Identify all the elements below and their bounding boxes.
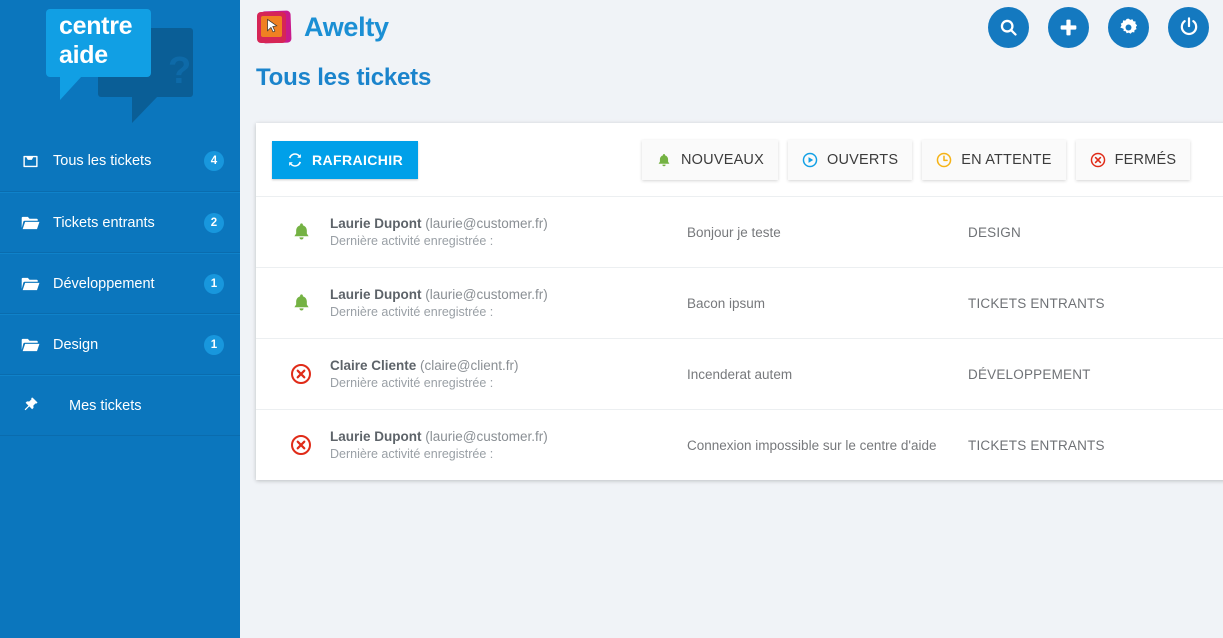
ticket-requester: Laurie Dupont (laurie@customer.fr) Derni… [330, 215, 687, 250]
power-icon [1178, 16, 1200, 38]
add-button[interactable] [1048, 6, 1089, 48]
ticket-subject: Incenderat autem [687, 366, 793, 382]
page-title: Tous les tickets [256, 64, 432, 91]
sidebar-item-label: Tous les tickets [53, 153, 152, 169]
tickets-card: RAFRAICHIR NOUVEAUX OUVERTS EN ATTENTE F… [256, 123, 1223, 480]
table-row[interactable]: Laurie Dupont (laurie@customer.fr) Derni… [256, 267, 1223, 338]
ticket-requester: Claire Cliente (claire@client.fr) Derniè… [330, 357, 687, 392]
folder-open-icon [18, 337, 42, 353]
plus-icon [1058, 17, 1079, 38]
ticket-requester: Laurie Dupont (laurie@customer.fr) Derni… [330, 286, 687, 321]
folder-open-icon [18, 276, 42, 292]
ticket-category: DESIGN [968, 224, 1021, 240]
refresh-label: RAFRAICHIR [312, 151, 404, 168]
sidebar-item-badge: 1 [204, 273, 224, 294]
bell-icon [272, 221, 330, 243]
logout-button[interactable] [1168, 6, 1209, 48]
bell-icon [272, 292, 330, 314]
logo-text-line1: centre [59, 12, 133, 40]
search-button[interactable] [988, 6, 1029, 48]
ticket-requester-email: (laurie@customer.fr) [425, 428, 548, 444]
filter-tabs: NOUVEAUX OUVERTS EN ATTENTE FERMÉS [642, 140, 1191, 180]
sidebar-item-developpement[interactable]: Développement 1 [0, 253, 240, 314]
sidebar-item-label: Développement [53, 275, 155, 292]
sidebar-item-tickets-entrants[interactable]: Tickets entrants 2 [0, 192, 240, 253]
sidebar-item-design[interactable]: Design 1 [0, 314, 240, 375]
logo-text: centre aide [59, 12, 154, 70]
logo-question-mark: ? [168, 50, 192, 92]
sidebar-item-label: Tickets entrants [53, 214, 155, 231]
table-row[interactable]: Laurie Dupont (laurie@customer.fr) Derni… [256, 196, 1223, 267]
search-icon [998, 17, 1019, 38]
ticket-last-activity: Dernière activité enregistrée : [330, 375, 494, 390]
play-circle-icon [802, 152, 818, 168]
sidebar-item-badge: 4 [204, 151, 224, 171]
top-bar-actions [988, 6, 1209, 48]
filter-tab-ouverts[interactable]: OUVERTS [787, 140, 913, 180]
ticket-requester-email: (laurie@customer.fr) [425, 286, 548, 302]
help-center-logo: ? centre aide [0, 0, 240, 131]
sidebar-item-badge: 1 [204, 334, 224, 355]
filter-tab-label: FERMÉS [1114, 152, 1177, 168]
sidebar-item-badge: 2 [204, 212, 224, 233]
sidebar-nav: Tous les tickets 4 Tickets entrants 2 Dé… [0, 131, 240, 436]
refresh-button[interactable]: RAFRAICHIR [272, 140, 419, 179]
ticket-requester-email: (claire@client.fr) [420, 357, 519, 373]
sidebar-item-mes-tickets[interactable]: Mes tickets [0, 375, 240, 436]
bell-icon [656, 152, 672, 169]
brand-name: Awelty [304, 11, 389, 42]
ticket-requester: Laurie Dupont (laurie@customer.fr) Derni… [330, 428, 687, 463]
logo-text-line2: aide [59, 41, 108, 69]
ticket-subject: Bonjour je teste [687, 224, 781, 240]
inbox-icon [18, 153, 42, 170]
ticket-last-activity: Dernière activité enregistrée : [330, 304, 494, 319]
filter-tab-label: OUVERTS [826, 152, 899, 168]
sidebar-item-label: Design [53, 336, 99, 353]
filter-tab-label: NOUVEAUX [681, 152, 764, 168]
brand: Awelty [256, 9, 389, 45]
ticket-requester-name: Laurie Dupont [330, 428, 422, 444]
sidebar-item-tous-les-tickets[interactable]: Tous les tickets 4 [0, 131, 240, 192]
refresh-icon [287, 152, 303, 168]
table-row[interactable]: Claire Cliente (claire@client.fr) Derniè… [256, 338, 1223, 409]
main-content: Awelty Tous les tickets RAFRAICHIR NOUVE… [240, 0, 1223, 638]
filter-tab-en-attente[interactable]: EN ATTENTE [922, 140, 1066, 180]
ticket-subject: Connexion impossible sur le centre d'aid… [687, 437, 937, 453]
awelty-logo-icon [256, 9, 292, 45]
filter-tab-label: EN ATTENTE [961, 152, 1052, 168]
x-circle-icon [272, 363, 330, 385]
table-row[interactable]: Laurie Dupont (laurie@customer.fr) Derni… [256, 409, 1223, 480]
ticket-requester-name: Claire Cliente [330, 357, 417, 373]
ticket-category: TICKETS ENTRANTS [968, 437, 1105, 453]
x-circle-icon [1090, 152, 1106, 168]
ticket-requester-name: Laurie Dupont [330, 286, 422, 302]
sidebar: ? centre aide Tous les tickets 4 Tickets… [0, 0, 240, 638]
gear-icon [1118, 17, 1139, 38]
ticket-category: TICKETS ENTRANTS [968, 295, 1105, 311]
ticket-subject: Bacon ipsum [687, 295, 766, 311]
folder-open-icon [18, 215, 42, 231]
ticket-requester-email: (laurie@customer.fr) [425, 215, 548, 231]
ticket-last-activity: Dernière activité enregistrée : [330, 446, 494, 461]
ticket-last-activity: Dernière activité enregistrée : [330, 233, 494, 248]
clock-icon [936, 152, 952, 168]
sidebar-item-label: Mes tickets [69, 397, 142, 414]
top-bar: Awelty [240, 0, 1223, 54]
ticket-requester-name: Laurie Dupont [330, 215, 422, 231]
filter-tab-nouveaux[interactable]: NOUVEAUX [642, 140, 778, 180]
app-root: ? centre aide Tous les tickets 4 Tickets… [0, 0, 1223, 638]
card-toolbar: RAFRAICHIR NOUVEAUX OUVERTS EN ATTENTE F… [256, 123, 1223, 196]
pin-icon [18, 397, 42, 414]
x-circle-icon [272, 434, 330, 456]
ticket-category: DÉVELOPPEMENT [968, 366, 1091, 382]
filter-tab-fermes[interactable]: FERMÉS [1075, 140, 1191, 180]
settings-button[interactable] [1108, 6, 1149, 48]
